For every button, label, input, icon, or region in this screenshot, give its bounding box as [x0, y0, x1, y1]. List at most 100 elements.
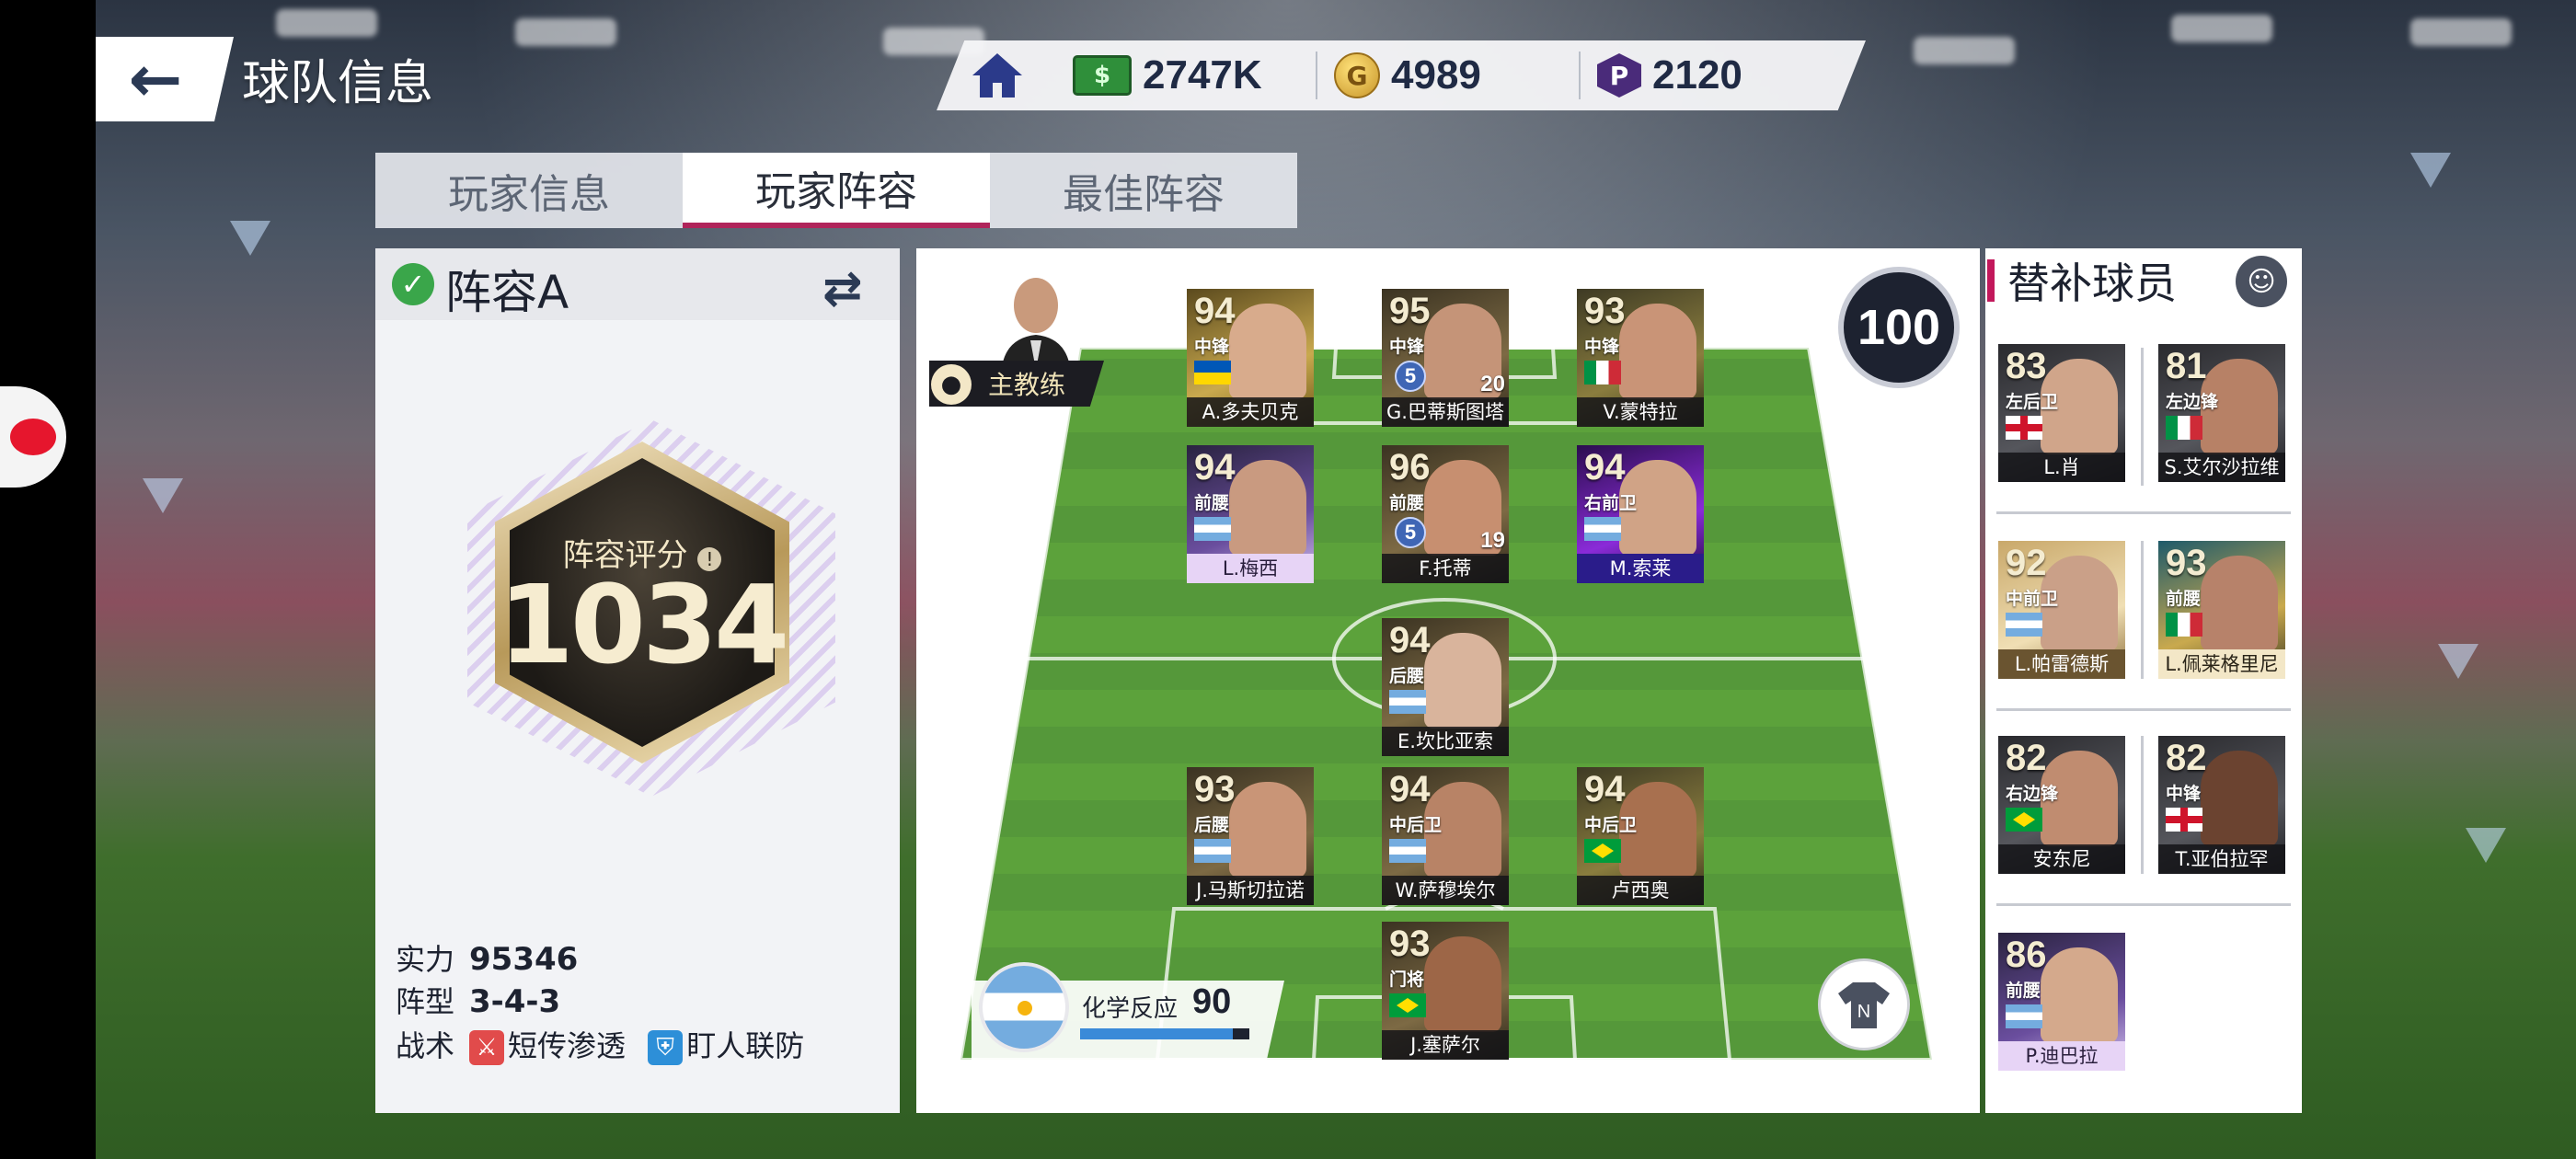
- lineup-name: 阵容A: [445, 266, 569, 319]
- team-overall: 100: [1838, 267, 1960, 388]
- player-card[interactable]: 94 中后卫 W.萨穆埃尔: [1382, 767, 1509, 905]
- card-position: 前腰: [1389, 493, 1425, 513]
- player-card[interactable]: 93 中锋 V.蒙特拉: [1577, 289, 1704, 427]
- user-swap-icon[interactable]: ☺: [2236, 256, 2287, 307]
- card-rating: 94: [1584, 447, 1626, 488]
- divider: [1996, 903, 2291, 906]
- player-card[interactable]: 95 中锋 5 20 G.巴蒂斯图塔: [1382, 289, 1509, 427]
- sub-player-card[interactable]: 81 左边锋 S.艾尔沙拉维: [2158, 344, 2285, 482]
- card-rating: 94: [1584, 769, 1626, 809]
- player-card[interactable]: 94 前腰 L.梅西: [1187, 445, 1314, 583]
- card-rating: 96: [1389, 447, 1431, 488]
- points-display: P 2120: [1597, 44, 1742, 107]
- card-rating: 81: [2166, 346, 2207, 386]
- card-name: F.托蒂: [1382, 554, 1509, 583]
- points-value: 2120: [1652, 52, 1742, 98]
- card-rating: 82: [2006, 738, 2047, 778]
- england-flag-icon: [2166, 808, 2202, 832]
- stat-label: 阵型: [396, 984, 455, 1019]
- pitch-panel: 主教练 ● 100 化学反应 90 N 94 中锋 A.多夫贝克 95 中锋 5…: [916, 248, 1980, 1113]
- game-screen: ← 球队信息 $ 2747K G 4989 P 2120 玩家信息 玩家阵容 最…: [0, 0, 2576, 1159]
- ukraine-flag-icon: [1194, 361, 1231, 384]
- sub-player-card[interactable]: 82 右边锋 安东尼: [1998, 736, 2125, 874]
- card-rating: 83: [2006, 346, 2047, 386]
- player-photo: [1229, 460, 1306, 556]
- card-rating: 94: [1194, 447, 1236, 488]
- player-card[interactable]: 94 中锋 A.多夫贝克: [1187, 289, 1314, 427]
- chemistry-value: 90: [1192, 982, 1232, 1021]
- card-name: S.艾尔沙拉维: [2158, 453, 2285, 482]
- card-name: P.迪巴拉: [1998, 1041, 2125, 1071]
- badge-score: 1034: [498, 561, 789, 688]
- card-position: 中前卫: [2006, 589, 2059, 609]
- argentina-flag-icon: [1194, 839, 1231, 863]
- kit-button[interactable]: N: [1818, 958, 1910, 1050]
- swap-lineup-icon[interactable]: ⇄: [822, 261, 863, 316]
- coach-icon: ●: [931, 364, 972, 405]
- sub-player-card[interactable]: 83 左后卫 L.肖: [1998, 344, 2125, 482]
- stat-label: 实力: [396, 942, 455, 977]
- lineup-score-badge: 阵容评分 ! 1034: [495, 442, 789, 763]
- player-card[interactable]: 94 中后卫 卢西奥: [1577, 767, 1704, 905]
- chemistry-bar: [1080, 1028, 1249, 1039]
- card-position: 中锋: [1194, 337, 1230, 357]
- chemistry-label: 化学反应: [1082, 995, 1179, 1023]
- player-photo: [1619, 304, 1696, 399]
- gold-coin-icon: G: [1334, 52, 1380, 98]
- card-rating: 86: [2006, 935, 2047, 975]
- card-position: 中锋: [1389, 337, 1425, 357]
- page-title: 球队信息: [242, 56, 434, 111]
- card-position: 左后卫: [2006, 392, 2059, 412]
- player-photo: [2201, 556, 2278, 651]
- stadium-light: [515, 18, 616, 46]
- italy-flag-icon: [1584, 361, 1621, 384]
- player-card[interactable]: 94 后腰 E.坎比亚索: [1382, 618, 1509, 756]
- points-icon: P: [1597, 53, 1641, 98]
- sub-player-card[interactable]: 86 前腰 P.迪巴拉: [1998, 933, 2125, 1071]
- card-name: M.索莱: [1577, 554, 1704, 583]
- player-photo: [2041, 947, 2118, 1043]
- back-button[interactable]: ←: [96, 37, 234, 121]
- home-icon: [972, 53, 1022, 98]
- card-level: 19: [1480, 528, 1505, 553]
- subs-accent-bar: [1987, 259, 1995, 302]
- sub-player-card[interactable]: 82 中锋 T.亚伯拉罕: [2158, 736, 2285, 874]
- stat-value: 3-4-3: [469, 983, 561, 1020]
- sub-player-card[interactable]: 93 前腰 L.佩莱格里尼: [2158, 541, 2285, 679]
- card-position: 门将: [1389, 970, 1425, 990]
- tab-player-lineup[interactable]: 玩家阵容: [683, 153, 990, 228]
- player-card[interactable]: 93 门将 J.塞萨尔: [1382, 922, 1509, 1060]
- screen-edge: [0, 0, 96, 1159]
- brazil-flag-icon: [2006, 808, 2042, 832]
- card-name: J.塞萨尔: [1382, 1030, 1509, 1060]
- divider: [1579, 52, 1581, 99]
- card-position: 后腰: [1194, 815, 1230, 835]
- italy-flag-icon: [2166, 416, 2202, 440]
- lineup-header: ✓ 阵容A ⇄: [375, 248, 900, 320]
- decor-triangle: [143, 478, 183, 513]
- player-card[interactable]: 96 前腰 5 19 F.托蒂: [1382, 445, 1509, 583]
- player-photo: [2201, 751, 2278, 846]
- chemistry-bar-fill: [1080, 1028, 1233, 1039]
- decor-triangle: [2410, 153, 2451, 188]
- star-rank-icon: 5: [1395, 361, 1426, 392]
- brazil-flag-icon: [1584, 839, 1621, 863]
- tab-best-lineup[interactable]: 最佳阵容: [990, 153, 1297, 228]
- sub-player-card[interactable]: 92 中前卫 L.帕雷德斯: [1998, 541, 2125, 679]
- argentina-flag-icon: [979, 962, 1069, 1052]
- card-position: 中锋: [1584, 337, 1620, 357]
- home-button[interactable]: [957, 44, 1038, 107]
- card-position: 前腰: [1194, 493, 1230, 513]
- argentina-flag-icon: [1389, 839, 1426, 863]
- divider: [1316, 52, 1317, 99]
- stadium-light: [2410, 18, 2512, 46]
- card-name: L.佩莱格里尼: [2158, 649, 2285, 679]
- player-card[interactable]: 94 右前卫 M.索莱: [1577, 445, 1704, 583]
- italy-flag-icon: [2166, 613, 2202, 637]
- tactic-1: 短传渗透: [508, 1028, 627, 1063]
- tab-player-info[interactable]: 玩家信息: [375, 153, 683, 228]
- card-rating: 93: [2166, 543, 2207, 583]
- card-level: 20: [1480, 372, 1505, 396]
- player-photo: [1229, 782, 1306, 878]
- player-card[interactable]: 93 后腰 J.马斯切拉诺: [1187, 767, 1314, 905]
